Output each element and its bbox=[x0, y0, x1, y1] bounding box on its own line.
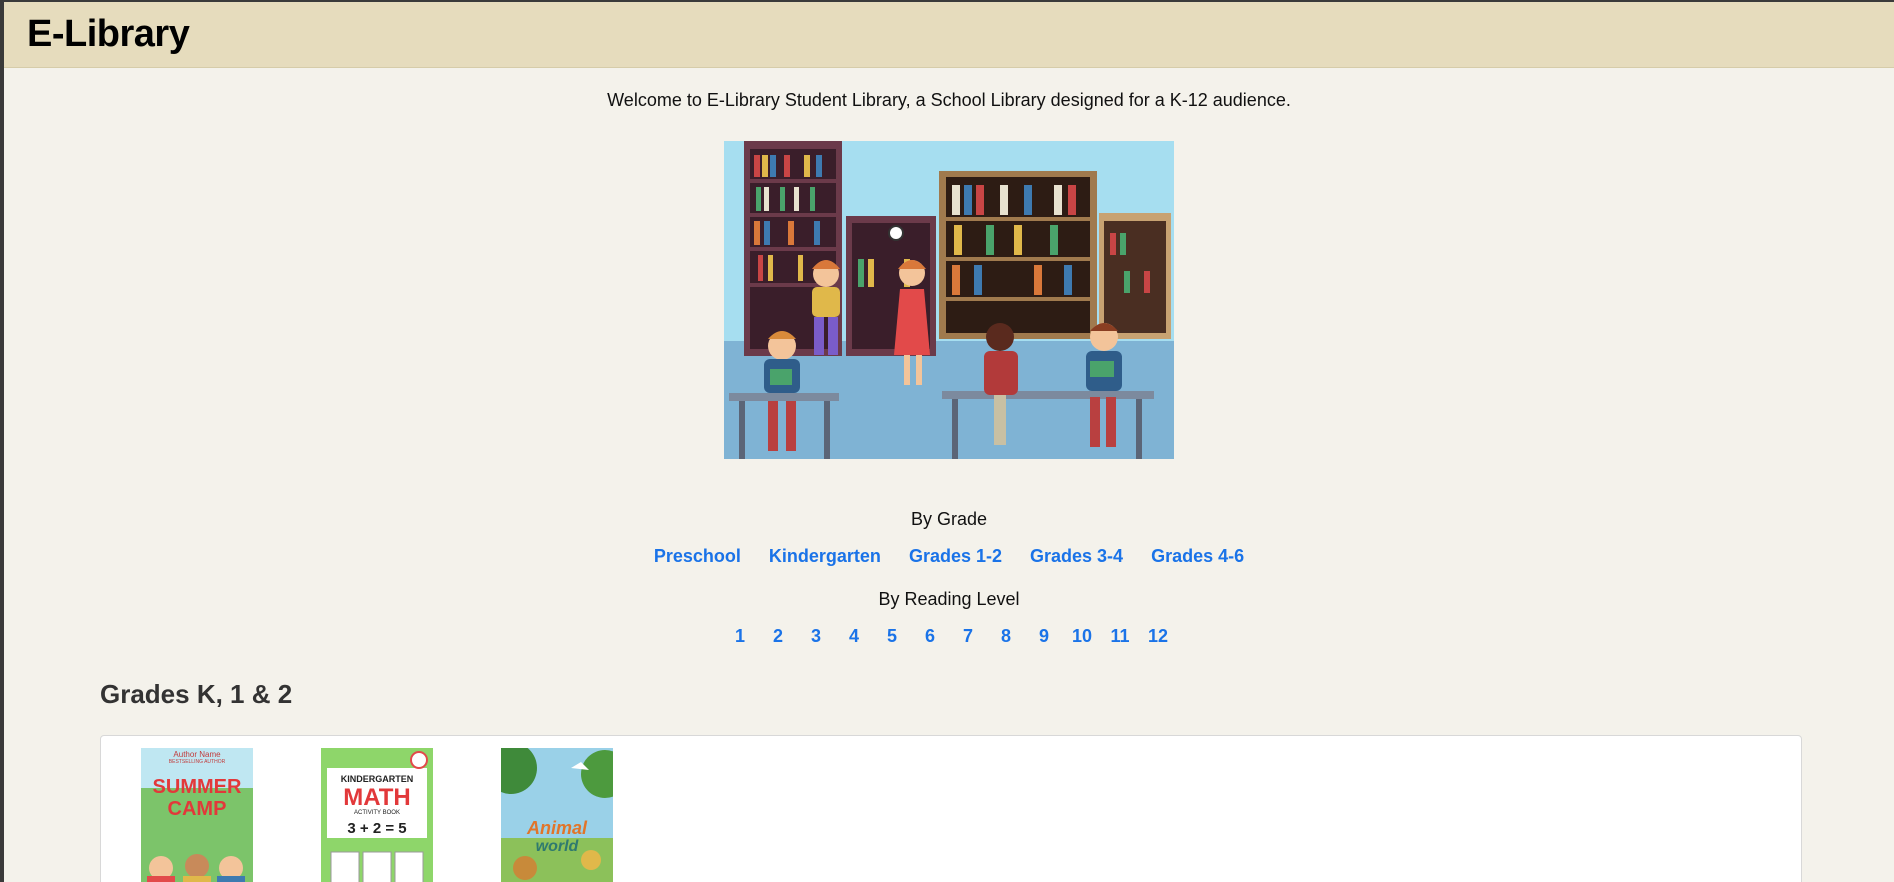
grade-link-grades-4-6[interactable]: Grades 4-6 bbox=[1151, 546, 1244, 567]
book-author-sub: BESTSELLING AUTHOR bbox=[168, 759, 226, 765]
book-shelf: Author Name BESTSELLING AUTHOR SUMMER CA… bbox=[100, 735, 1802, 882]
reading-level-link[interactable]: 1 bbox=[721, 626, 759, 647]
grade-link-preschool[interactable]: Preschool bbox=[654, 546, 741, 567]
reading-level-link[interactable]: 4 bbox=[835, 626, 873, 647]
site-brand-link[interactable]: E-Library bbox=[27, 13, 190, 56]
hero-image-container bbox=[4, 141, 1894, 459]
reading-level-link[interactable]: 12 bbox=[1139, 626, 1177, 647]
reading-level-link[interactable]: 7 bbox=[949, 626, 987, 647]
grade-link-kindergarten[interactable]: Kindergarten bbox=[769, 546, 881, 567]
book-cover-sub: ACTIVITY BOOK bbox=[354, 810, 400, 816]
book-title-line2: CAMP bbox=[167, 798, 227, 820]
reading-level-links: 1 2 3 4 5 6 7 8 9 10 11 12 bbox=[4, 626, 1894, 647]
reading-level-link[interactable]: 3 bbox=[797, 626, 835, 647]
reading-level-link[interactable]: 10 bbox=[1063, 626, 1101, 647]
reading-level-link[interactable]: 2 bbox=[759, 626, 797, 647]
reading-level-link[interactable]: 8 bbox=[987, 626, 1025, 647]
grade-link-grades-3-4[interactable]: Grades 3-4 bbox=[1030, 546, 1123, 567]
book-cover-kindergarten-math[interactable]: KINDERGARTEN MATH ACTIVITY BOOK 3 + 2 = … bbox=[321, 748, 433, 882]
library-illustration bbox=[724, 141, 1174, 459]
book-title-line1: SUMMER bbox=[152, 776, 242, 798]
book-title-line2: world bbox=[535, 838, 579, 855]
browser-viewport: E-Library Welcome to E-Library Student L… bbox=[4, 2, 1894, 882]
book-cover-animal-world[interactable]: Animal world bbox=[501, 748, 613, 882]
by-grade-heading: By Grade bbox=[910, 509, 988, 529]
grade-links: Preschool Kindergarten Grades 1-2 Grades… bbox=[4, 546, 1894, 567]
reading-level-link[interactable]: 5 bbox=[873, 626, 911, 647]
grade-link-grades-1-2[interactable]: Grades 1-2 bbox=[909, 546, 1002, 567]
book-title-line1: Animal bbox=[526, 818, 587, 838]
book-cover-header: KINDERGARTEN bbox=[340, 774, 414, 784]
reading-level-link[interactable]: 11 bbox=[1101, 626, 1139, 647]
book-cover-summer-camp[interactable]: Author Name BESTSELLING AUTHOR SUMMER CA… bbox=[141, 748, 253, 882]
reading-level-link[interactable]: 6 bbox=[911, 626, 949, 647]
animal-world-cover-art bbox=[501, 748, 613, 882]
reading-level-link[interactable]: 9 bbox=[1025, 626, 1063, 647]
book-cover-title: MATH bbox=[343, 784, 411, 811]
by-reading-level-heading: By Reading Level bbox=[878, 589, 1020, 609]
book-cover-equation: 3 + 2 = 5 bbox=[347, 820, 407, 837]
shelf-title: Grades K, 1 & 2 bbox=[100, 679, 293, 709]
book-author-text: Author Name bbox=[173, 750, 221, 759]
top-navbar: E-Library bbox=[4, 2, 1894, 68]
welcome-text: Welcome to E-Library Student Library, a … bbox=[607, 90, 1291, 110]
